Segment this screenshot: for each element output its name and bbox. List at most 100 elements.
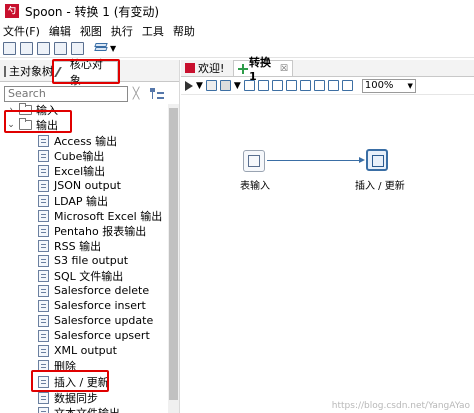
menu-edit[interactable]: 编辑 (49, 23, 71, 39)
tree-item-label: SQL 文件输出 (54, 269, 124, 283)
tree-step-salesforce-upsert[interactable]: Salesforce upsert (38, 328, 150, 343)
stop-icon[interactable] (219, 80, 231, 91)
sql-icon[interactable] (313, 80, 325, 91)
step-icon (38, 329, 49, 342)
menu-help[interactable]: 帮助 (173, 23, 195, 39)
debug-icon[interactable] (257, 80, 269, 91)
tree-step-ldap-output[interactable]: LDAP 输出 (38, 193, 108, 208)
step-node-insert-update[interactable] (366, 149, 388, 171)
tree-step-pentaho-report-output[interactable]: Pentaho 报表输出 (38, 223, 146, 238)
watermark: https://blog.csdn.net/YangAYao (331, 401, 470, 411)
tree-step-data-sync[interactable]: 数据同步 (38, 390, 98, 405)
step-icon (38, 254, 49, 267)
step-icon (38, 149, 49, 162)
explore-repository-icon[interactable] (37, 42, 50, 55)
highlight-core-objects-tab (52, 59, 120, 84)
new-file-icon[interactable] (3, 42, 16, 55)
scrollbar-thumb[interactable] (169, 108, 178, 400)
step-icon (38, 209, 49, 222)
spoon-icon (185, 63, 195, 73)
analyze-impact-icon[interactable] (299, 80, 311, 91)
tab-main-object-tree[interactable]: 主对象树 (0, 61, 52, 81)
tree-step-microsoft-excel-output[interactable]: Microsoft Excel 输出 (38, 208, 162, 223)
tree-step-salesforce-update[interactable]: Salesforce update (38, 313, 153, 328)
tree-step-salesforce-insert[interactable]: Salesforce insert (38, 298, 146, 313)
step-icon (38, 224, 49, 237)
tree-step-json-output[interactable]: JSON output (38, 178, 121, 193)
step-label-table-input: 表输入 (240, 181, 270, 192)
menu-view[interactable]: 视图 (80, 23, 102, 39)
step-icon (38, 194, 49, 207)
hop-arrow-icon (359, 157, 365, 163)
close-tab-icon[interactable]: ☒ (280, 64, 288, 74)
step-icon (38, 134, 49, 147)
tab-label: 转换 1 (249, 56, 272, 83)
pause-icon[interactable] (205, 80, 217, 91)
save-as-icon[interactable] (71, 42, 84, 55)
right-panel: 欢迎! 转换 1 ☒ ▼ ▼ 100% ▼ 表输入 插入 / 更新 https:… (181, 56, 474, 413)
tree-item-label: RSS 输出 (54, 239, 102, 253)
core-objects-tree: › 输入 ⌄ 输出 Access 输出 Cube输出 Excel输出 JSON … (0, 102, 179, 413)
explore-db-icon[interactable] (327, 80, 339, 91)
run-icon[interactable] (185, 80, 193, 91)
tree-item-label: Salesforce upsert (54, 329, 150, 342)
step-icon (38, 344, 49, 357)
perspective-layers-icon[interactable] (94, 42, 108, 55)
step-icon (38, 179, 49, 192)
tree-step-s3-file-output[interactable]: S3 file output (38, 253, 128, 268)
tab-welcome[interactable]: 欢迎! (181, 60, 233, 76)
title-bar: 勺 Spoon - 转换 1 (有变动) (0, 0, 474, 22)
tree-item-label: Salesforce update (54, 314, 154, 327)
tab-transformation-1[interactable]: 转换 1 ☒ (233, 56, 293, 83)
highlight-insert-update-step (31, 370, 109, 392)
tree-step-xml-output[interactable]: XML output (38, 343, 117, 358)
menu-file[interactable]: 文件(F) (3, 23, 40, 39)
table-input-icon (248, 155, 260, 167)
chevron-down-icon[interactable]: ▼ (110, 44, 116, 53)
tree-item-label: XML output (54, 344, 117, 357)
tree-item-label: 文本文件输出 (54, 406, 120, 413)
zoom-value: 100% (364, 80, 394, 91)
tree-step-excel-output[interactable]: Excel输出 (38, 163, 105, 178)
transformation-icon (238, 63, 249, 74)
step-icon (38, 391, 49, 404)
step-icon (38, 314, 49, 327)
tree-step-salesforce-delete[interactable]: Salesforce delete (38, 283, 149, 298)
tree-scrollbar[interactable] (168, 104, 179, 413)
menu-bar: 文件(F) 编辑 视图 执行 工具 帮助 (0, 22, 474, 40)
tree-step-rss-output[interactable]: RSS 输出 (38, 238, 101, 253)
insert-update-icon (372, 155, 384, 167)
tree-item-label: S3 file output (54, 254, 129, 267)
save-icon[interactable] (54, 42, 67, 55)
tree-item-label: Salesforce delete (54, 284, 150, 297)
window-title: Spoon - 转换 1 (有变动) (25, 4, 160, 19)
highlight-output-folder (4, 110, 72, 133)
tree-item-label: Excel输出 (54, 164, 106, 178)
spoon-app-icon: 勺 (5, 4, 19, 18)
show-results-icon[interactable] (341, 80, 353, 91)
open-file-icon[interactable] (20, 42, 33, 55)
step-icon (38, 239, 49, 252)
tree-step-cube-output[interactable]: Cube输出 (38, 148, 104, 163)
hop-connection[interactable] (267, 160, 361, 161)
tree-step-text-file-output[interactable]: 文本文件输出 (38, 405, 120, 413)
preview-icon[interactable] (243, 80, 255, 91)
replay-icon[interactable] (271, 80, 283, 91)
menu-tools[interactable]: 工具 (142, 23, 164, 39)
menu-run[interactable]: 执行 (111, 23, 133, 39)
step-node-table-input[interactable] (243, 150, 265, 172)
stop-dropdown-icon[interactable]: ▼ (234, 81, 241, 91)
tree-item-label: Pentaho 报表输出 (54, 224, 147, 238)
step-label-insert-update: 插入 / 更新 (355, 181, 405, 192)
zoom-select[interactable]: 100% ▼ (361, 78, 416, 93)
tree-step-access-output[interactable]: Access 输出 (38, 133, 117, 148)
transformation-canvas[interactable]: 表输入 插入 / 更新 https://blog.csdn.net/YangAY… (181, 96, 474, 413)
clear-search-icon[interactable]: ╳ (130, 87, 142, 100)
verify-icon[interactable] (285, 80, 297, 91)
search-row: ╳ (0, 82, 179, 102)
search-input[interactable] (4, 85, 128, 102)
tree-step-sql-file-output[interactable]: SQL 文件输出 (38, 268, 123, 283)
run-dropdown-icon[interactable]: ▼ (196, 81, 203, 91)
collapse-tree-icon[interactable] (150, 87, 166, 100)
step-icon (38, 164, 49, 177)
